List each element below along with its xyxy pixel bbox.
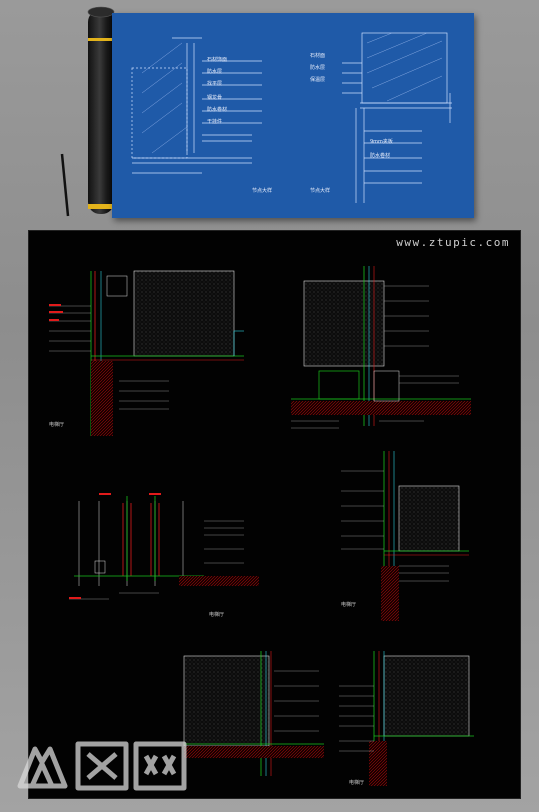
drawing-label: 电梯厅	[49, 422, 65, 428]
drawing-label: 电梯厅	[209, 612, 225, 618]
blueprint-caption: 节点大样	[252, 188, 273, 194]
blueprint-label: 找平层	[207, 81, 223, 87]
blueprint-label: 防水层	[310, 65, 326, 71]
site-logo	[10, 734, 200, 794]
blueprint-caption: 节点大样	[310, 188, 331, 194]
detail-drawing-4	[341, 451, 469, 621]
blueprint-label: 防水层	[207, 69, 223, 75]
blueprint-preview: 石材饰面 防水层 找平层 钢龙骨 防水卷材 干挂件 石材面 防水层 保温层 9m…	[112, 13, 474, 218]
drawing-label: 电梯厅	[349, 780, 365, 786]
blueprint-label: 干挂件	[207, 119, 223, 125]
detail-drawing-2	[291, 266, 471, 429]
detail-drawing-6	[339, 651, 474, 786]
blueprint-label: 钢龙骨	[207, 95, 223, 101]
cad-drawing-sheet: www.ztupic.com 电梯厅 电梯厅 电梯厅 电梯厅	[28, 230, 521, 799]
blueprint-label: 保温层	[310, 77, 326, 83]
detail-drawing-3	[69, 493, 259, 600]
blueprint-label: 防水卷材	[207, 107, 228, 113]
drawing-label: 电梯厅	[341, 602, 357, 608]
blueprint-label: 石材饰面	[207, 57, 228, 63]
detail-drawing-1	[49, 270, 244, 436]
detail-drawing-5	[183, 651, 324, 776]
blueprint-label: 防水卷材	[370, 153, 391, 159]
paper-roll	[58, 4, 120, 222]
blueprint-label: 9mm夹板	[370, 139, 393, 145]
blueprint-label: 石材面	[310, 53, 326, 59]
